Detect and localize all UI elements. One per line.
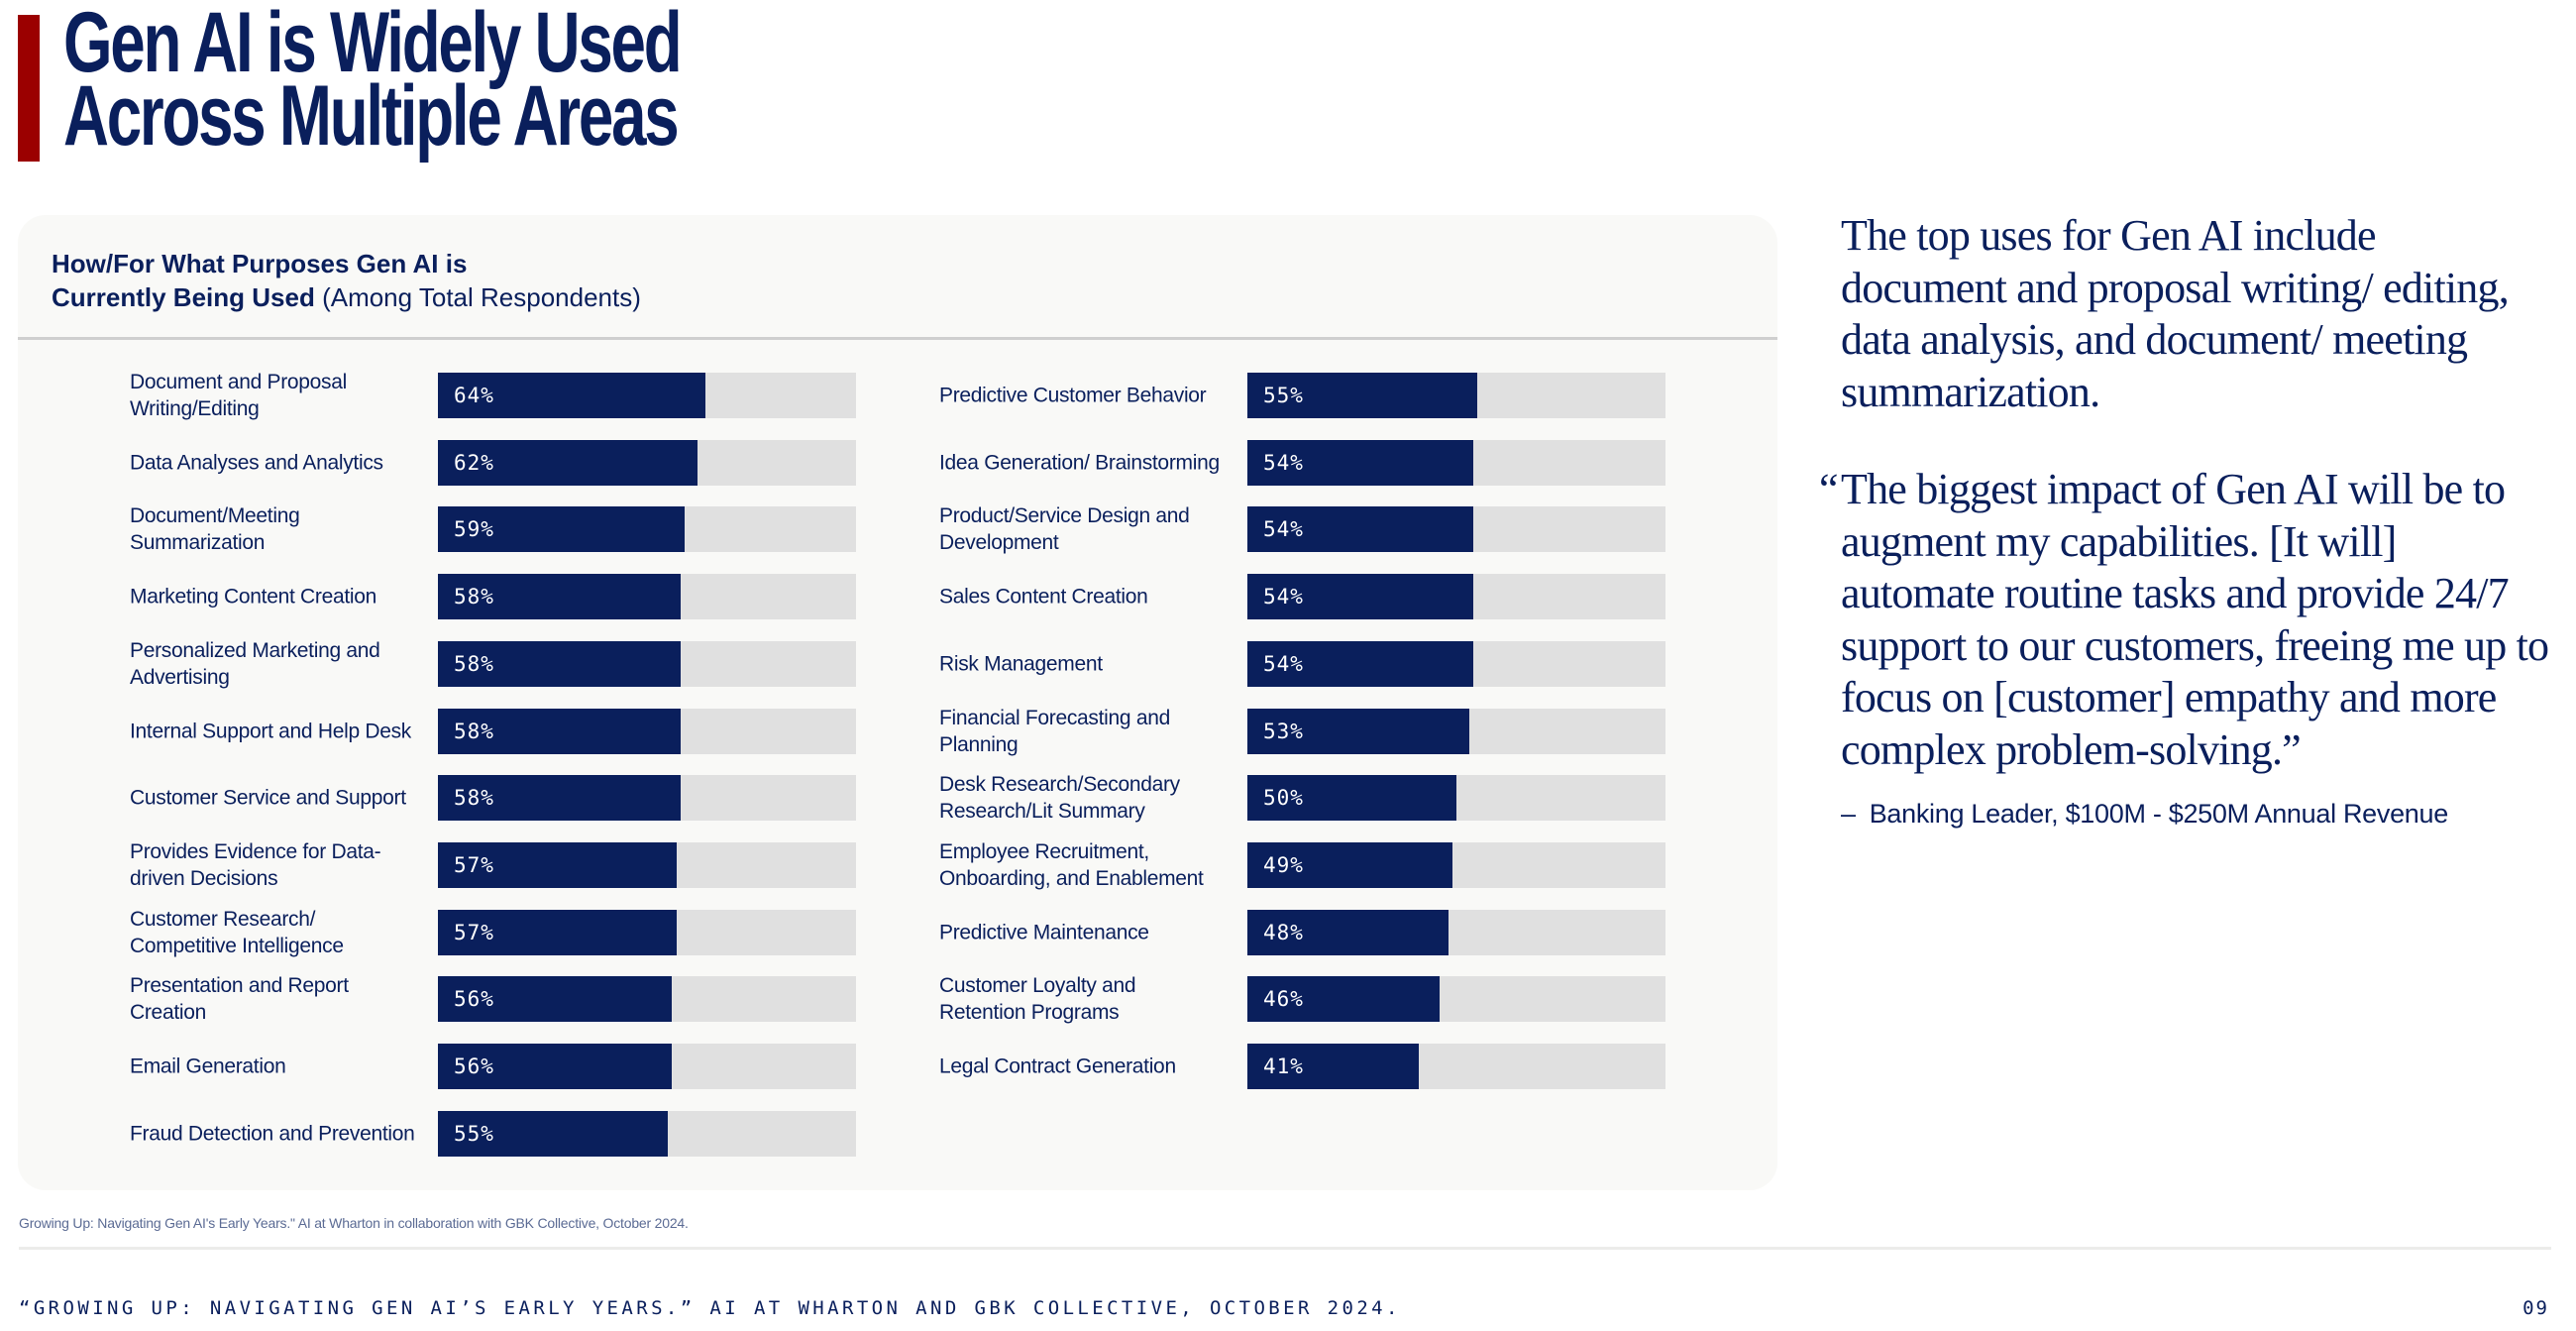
page-title: Gen AI is Widely Used Across Multiple Ar… <box>63 0 683 164</box>
bar-category-label: Sales Content Creation <box>939 585 1148 609</box>
bar-category-label: Employee Recruitment, Onboarding, and En… <box>939 839 1204 890</box>
page-number: 09 <box>2522 1297 2549 1319</box>
chart-title: How/For What Purposes Gen AI is Currentl… <box>52 247 641 314</box>
bar-value-label: 54% <box>1263 585 1304 610</box>
bar-track: 54% <box>1247 640 1665 687</box>
bar-value-label: 55% <box>1263 384 1304 407</box>
chart-subtitle: (Among Total Respondents) <box>322 282 641 312</box>
footer-citation: “GROWING UP: NAVIGATING GEN AI’S EARLY Y… <box>19 1297 1401 1319</box>
bar-value-label: 48% <box>1263 920 1304 944</box>
attribution-text: Banking Leader, $100M - $250M Annual Rev… <box>1869 799 2449 829</box>
bar-value-label: 54% <box>1263 450 1304 475</box>
bar-value-label: 49% <box>1263 852 1304 877</box>
source-note: Growing Up: Navigating Gen AI's Early Ye… <box>19 1215 689 1231</box>
bar-track: 55% <box>438 1110 856 1157</box>
chart-card: How/For What Purposes Gen AI is Currentl… <box>18 215 1777 1190</box>
title-accent-bar <box>18 15 40 162</box>
bar-row: Predictive Maintenance 48% <box>18 909 1777 955</box>
bar-category-label: Predictive Customer Behavior <box>939 384 1207 407</box>
bar-category-label: Predictive Maintenance <box>939 921 1149 944</box>
bar-row: Risk Management 54% <box>18 640 1777 687</box>
bar-row: Employee Recruitment, Onboarding, and En… <box>18 840 1777 890</box>
bar-row: Idea Generation/ Brainstorming 54% <box>18 439 1777 486</box>
quote-attribution: – Banking Leader, $100M - $250M Annual Re… <box>1841 799 2448 830</box>
chart-title-line-2: Currently Being Used <box>52 282 315 312</box>
bar-category-label: Product/Service Design and Development <box>939 504 1190 555</box>
bar-track: 54% <box>1247 439 1665 486</box>
page-title-line-2: Across Multiple Areas <box>63 68 680 164</box>
bar-category-label: Legal Contract Generation <box>939 1054 1176 1078</box>
bar-category-label: Idea Generation/ Brainstorming <box>939 451 1220 475</box>
bar-value-label: 53% <box>1263 719 1304 743</box>
bar-track: 46% <box>1247 976 1665 1023</box>
testimonial-quote: “ The biggest impact of Gen AI will be t… <box>1819 464 2554 776</box>
bar-row: Financial Forecasting and Planning 53% <box>18 707 1777 756</box>
bar-row: Legal Contract Generation 41% <box>18 1044 1777 1089</box>
bar-row: Product/Service Design and Development 54… <box>18 504 1777 554</box>
bar-category-label: Risk Management <box>939 652 1103 676</box>
bar-value-label: 41% <box>1263 1054 1304 1078</box>
bar-row: Fraud Detection and Prevention 55% <box>18 1110 1777 1157</box>
bar-track: 55% <box>1247 373 1665 418</box>
bar-value-label: 46% <box>1263 987 1304 1012</box>
summary-text: The top uses for Gen AI include document… <box>1841 211 2510 416</box>
bar-track: 49% <box>1247 841 1665 888</box>
chart-title-line-1: How/For What Purposes Gen AI is <box>52 249 468 278</box>
open-quote-mark: “ <box>1819 465 1839 513</box>
bar-row: Desk Research/Secondary Research/Lit Sum… <box>18 773 1777 823</box>
bar-row: Predictive Customer Behavior 55% <box>18 373 1777 418</box>
bar-row: Sales Content Creation 54% <box>18 574 1777 620</box>
bar-track: 41% <box>1247 1044 1665 1089</box>
bar-track: 54% <box>1247 506 1665 553</box>
bar-category-label: Fraud Detection and Prevention <box>130 1122 415 1146</box>
bar-category-label: Customer Loyalty and Retention Programs <box>939 974 1136 1025</box>
clipped-overflow-text <box>1831 1177 2346 1191</box>
bar-category-label: Financial Forecasting and Planning <box>939 706 1170 756</box>
chart-divider <box>18 337 1777 340</box>
footer-divider <box>19 1247 2551 1250</box>
bar-value-label: 54% <box>1263 651 1304 676</box>
bar-track: 50% <box>1247 775 1665 822</box>
bar-track: 53% <box>1247 708 1665 754</box>
bar-track: 48% <box>1247 909 1665 955</box>
quote-text: The biggest impact of Gen AI will be to … <box>1841 465 2549 774</box>
bar-category-label: Desk Research/Secondary Research/Lit Sum… <box>939 773 1180 824</box>
bar-value-label: 50% <box>1263 786 1304 811</box>
bar-row: Customer Loyalty and Retention Programs 4… <box>18 974 1777 1024</box>
bar-value-label: 55% <box>454 1121 494 1146</box>
bar-track: 54% <box>1247 574 1665 620</box>
bar-value-label: 54% <box>1263 517 1304 542</box>
attribution-dash: – <box>1841 799 1856 829</box>
